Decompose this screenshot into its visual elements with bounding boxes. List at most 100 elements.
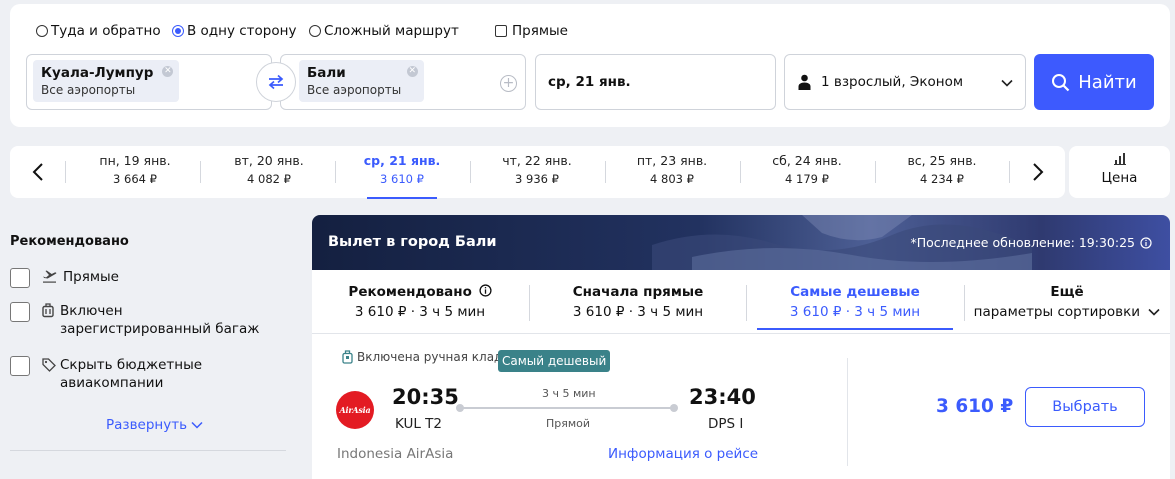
date-option[interactable]: сб, 24 янв. 4 179 ₽ [740, 146, 874, 198]
trip-type-label: Сложный маршрут [324, 23, 459, 39]
filter-direct[interactable]: Прямые [10, 268, 119, 288]
date-strip: пн, 19 янв. 3 664 ₽ вт, 20 янв. 4 082 ₽ … [10, 146, 1065, 199]
date-label: пт, 23 янв. [636, 153, 708, 168]
chevron-right-icon [1033, 163, 1044, 181]
info-icon[interactable] [1140, 236, 1152, 249]
divider [847, 358, 848, 466]
radio-icon [36, 25, 48, 37]
checkbox-icon [495, 25, 507, 37]
passengers-value: 1 взрослый, Эконом [821, 74, 964, 90]
bar-chart-icon [1113, 153, 1126, 165]
sort-tab-title: Ещё [1050, 284, 1084, 300]
trip-type-oneway[interactable]: В одну сторону [172, 23, 296, 39]
divider [65, 161, 66, 183]
flight-stops: Прямой [546, 417, 591, 430]
sort-tab-title: Сначала прямые [572, 284, 704, 300]
airline-logo: AirAsia [336, 391, 374, 429]
luggage-icon [42, 303, 54, 318]
clear-origin-icon[interactable]: ✕ [162, 66, 174, 77]
trip-type-label: Туда и обратно [51, 23, 161, 39]
info-icon[interactable] [479, 284, 492, 297]
date-option[interactable]: чт, 22 янв. 3 936 ₽ [470, 146, 604, 198]
divider [200, 161, 201, 183]
select-flight-button[interactable]: Выбрать [1025, 387, 1145, 427]
date-option[interactable]: вт, 20 янв. 4 082 ₽ [202, 146, 336, 198]
person-icon [798, 74, 811, 90]
date-label: вс, 25 янв. [907, 153, 977, 168]
date-price: 3 664 ₽ [113, 172, 157, 186]
date-label: пн, 19 янв. [99, 153, 171, 168]
select-button-label: Выбрать [1052, 399, 1118, 415]
sort-tab-title: Рекомендовано [312, 284, 528, 300]
filter-hide-budget[interactable]: Скрыть бюджетные авиакомпании [10, 356, 240, 392]
hand-luggage-icon [342, 350, 353, 364]
filter-label: Скрыть бюджетные авиакомпании [60, 357, 203, 391]
date-option[interactable]: пт, 23 янв. 4 803 ₽ [605, 146, 739, 198]
swap-direction-button[interactable] [256, 62, 296, 102]
date-option[interactable]: вс, 25 янв. 4 234 ₽ [875, 146, 1009, 198]
destination-chip: Бали Все аэропорты ✕ [299, 60, 424, 102]
expand-label: Развернуть [106, 417, 188, 433]
last-update: *Последнее обновление: 19:30:25 [910, 235, 1152, 250]
direct-only-checkbox[interactable]: Прямые [495, 23, 568, 39]
sort-options-dropdown[interactable]: параметры сортировки [964, 304, 1170, 320]
find-button[interactable]: Найти [1034, 54, 1154, 110]
date-price: 4 803 ₽ [650, 172, 694, 186]
divider [1009, 161, 1010, 183]
origin-airports: Все аэропорты [41, 83, 136, 97]
price-tag-icon [42, 358, 56, 372]
arrival-time: 23:40 [689, 385, 756, 409]
date-option[interactable]: пн, 19 янв. 3 664 ₽ [68, 146, 202, 198]
sort-tab-title-text: Рекомендовано [348, 284, 472, 300]
next-dates-button[interactable] [1012, 146, 1064, 198]
chevron-down-icon [1001, 79, 1013, 87]
divider [10, 450, 286, 451]
find-button-label: Найти [1078, 71, 1137, 93]
sort-bar: Рекомендовано 3 610 ₽ · 3 ч 5 мин Сначал… [312, 270, 1170, 334]
filters-title: Рекомендовано [10, 234, 129, 249]
route-line [456, 404, 678, 412]
origin-chip: Куала-Лумпур Все аэропорты ✕ [33, 60, 180, 102]
radio-selected-icon [172, 25, 184, 37]
expand-filters-link[interactable]: Развернуть [106, 417, 203, 433]
sort-tab-cheapest[interactable]: Самые дешевые 3 610 ₽ · 3 ч 5 мин [747, 270, 963, 333]
flight-card[interactable]: Включена ручная кладь Самый дешевый AirA… [312, 334, 1170, 479]
filter-checked-baggage[interactable]: Включен зарегистрированный багаж [10, 302, 272, 338]
passengers-field[interactable]: 1 взрослый, Эконом [784, 54, 1026, 110]
results-banner: Вылет в город Бали *Последнее обновление… [312, 215, 1170, 270]
clear-destination-icon[interactable]: ✕ [406, 66, 418, 77]
search-panel: Туда и обратно В одну сторону Сложный ма… [10, 4, 1170, 127]
hand-luggage-text: Включена ручная кладь [357, 350, 510, 364]
date-option-selected[interactable]: ср, 21 янв. 3 610 ₽ [335, 146, 469, 199]
trip-type-multicity[interactable]: Сложный маршрут [309, 23, 459, 39]
date-label: сб, 24 янв. [772, 153, 842, 168]
prev-dates-button[interactable] [12, 146, 64, 198]
radio-icon [309, 25, 321, 37]
plane-icon [43, 270, 57, 283]
destination-city: Бали [307, 65, 346, 81]
destination-field[interactable]: Бали Все аэропорты ✕ + [280, 54, 526, 110]
airline-logo-text: AirAsia [339, 405, 371, 415]
sort-tab-direct-first[interactable]: Сначала прямые 3 610 ₽ · 3 ч 5 мин [530, 270, 746, 333]
sort-tab-more[interactable]: Ещё параметры сортировки [964, 270, 1170, 333]
flight-price: 3 610 ₽ [936, 396, 1014, 417]
swap-arrows-icon [268, 74, 284, 90]
add-destination-icon[interactable]: + [500, 75, 517, 92]
price-chart-button[interactable]: Цена [1069, 146, 1170, 198]
date-price: 4 082 ₽ [247, 172, 291, 186]
checkbox-icon [10, 302, 30, 322]
origin-field[interactable]: Куала-Лумпур Все аэропорты ✕ [26, 54, 272, 110]
date-price: 4 234 ₽ [920, 172, 964, 186]
price-chart-label: Цена [1101, 170, 1138, 186]
sort-tab-value: 3 610 ₽ · 3 ч 5 мин [789, 304, 921, 320]
date-field[interactable]: ср, 21 янв. [535, 54, 776, 110]
flight-info-link[interactable]: Информация о рейсе [608, 446, 758, 462]
chevron-left-icon [32, 163, 43, 181]
chevron-down-icon [191, 421, 203, 429]
sort-tab-recommended[interactable]: Рекомендовано 3 610 ₽ · 3 ч 5 мин [312, 270, 528, 333]
sort-tab-value: 3 610 ₽ · 3 ч 5 мин [572, 304, 704, 320]
date-price: 3 610 ₽ [380, 172, 424, 186]
departure-time: 20:35 [392, 385, 459, 409]
trip-type-roundtrip[interactable]: Туда и обратно [36, 23, 161, 39]
sort-tab-value: 3 610 ₽ · 3 ч 5 мин [354, 304, 486, 320]
